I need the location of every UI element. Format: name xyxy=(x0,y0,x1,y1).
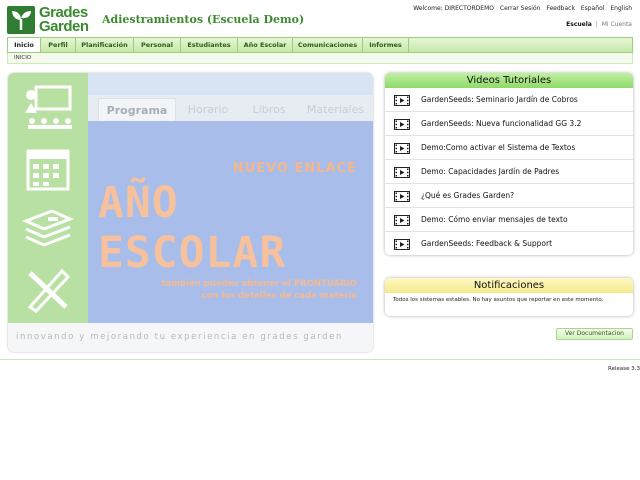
banner-subtext-line2: con los detalles de cada materia xyxy=(201,291,357,301)
film-play-icon xyxy=(394,95,410,106)
promo-banner[interactable]: Programa Horario Libros Materiales NUEVO… xyxy=(8,73,373,352)
top-links: Welcome: DIRECTORDEMO Cerrar Sesión Feed… xyxy=(409,5,632,12)
video-item[interactable]: Demo: Cómo enviar mensajes de texto xyxy=(385,208,633,232)
video-link[interactable]: GardenSeeds: Seminario Jardín de Cobros xyxy=(421,88,578,112)
teacher-board-icon xyxy=(25,85,72,129)
nav-item-estudiantes[interactable]: Estudiantes xyxy=(181,38,238,52)
lang-en-link[interactable]: English xyxy=(610,5,632,12)
feedback-link[interactable]: Feedback xyxy=(546,5,575,12)
video-item[interactable]: Demo: Capacidades Jardín de Padres xyxy=(385,160,633,184)
banner-tab-materiales: Materiales xyxy=(306,103,365,116)
school-title: Adiestramientos (Escuela Demo) xyxy=(102,13,305,26)
main-nav: Inicio Perfil Planificación Personal Est… xyxy=(7,37,633,53)
film-play-icon xyxy=(394,191,410,202)
banner-main: Programa Horario Libros Materiales NUEVO… xyxy=(88,73,373,323)
film-play-icon xyxy=(394,215,410,226)
notifications-panel: Notificaciones Todos los sistemas establ… xyxy=(385,278,633,316)
film-play-icon xyxy=(394,239,410,250)
video-link[interactable]: Demo: Capacidades Jardín de Padres xyxy=(421,160,559,184)
video-link[interactable]: Demo:Como activar el Sistema de Textos xyxy=(421,136,575,160)
welcome-text: Welcome: DIRECTORDEMO xyxy=(413,5,494,12)
release-version: Release 3.3 xyxy=(608,366,640,372)
books-stack-icon xyxy=(22,209,74,247)
nav-item-personal[interactable]: Personal xyxy=(134,38,181,52)
video-item[interactable]: GardenSeeds: Nueva funcionalidad GG 3.2 xyxy=(385,112,633,136)
notification-message: Todos los sistemas estables. No hay asun… xyxy=(393,297,604,303)
notifications-title: Notificaciones xyxy=(385,278,633,293)
footer-divider xyxy=(0,359,640,360)
video-tutorials-title: Videos Tutoriales xyxy=(385,73,633,88)
nav-item-planificacion[interactable]: Planificación xyxy=(76,38,134,52)
banner-tab-libros: Libros xyxy=(252,103,286,116)
breadcrumb: INICIO xyxy=(7,53,633,64)
lang-es-link[interactable]: Español xyxy=(581,5,605,12)
context-separator: | xyxy=(595,21,598,28)
nav-item-comunicaciones[interactable]: Comunicaciones xyxy=(293,38,363,52)
banner-subtext-line1: también puedes obtener el PRONTUARIO xyxy=(161,279,357,289)
grades-garden-logo[interactable]: Grades Garden xyxy=(7,4,95,36)
film-play-icon xyxy=(394,143,410,154)
calendar-icon xyxy=(26,149,70,191)
video-tutorials-panel: Videos Tutoriales GardenSeeds: Seminario… xyxy=(385,73,633,255)
video-item[interactable]: GardenSeeds: Feedback & Support xyxy=(385,232,633,255)
film-play-icon xyxy=(394,119,410,130)
logo-wordmark: Grades Garden xyxy=(39,4,89,35)
context-account-link[interactable]: Mi Cuenta xyxy=(602,21,632,28)
seedling-icon xyxy=(7,6,35,34)
pencil-ruler-icon xyxy=(27,268,71,313)
video-link[interactable]: Demo: Cómo enviar mensajes de texto xyxy=(421,208,568,232)
banner-tab-horario: Horario xyxy=(187,103,229,116)
video-item[interactable]: ¿Qué es Grades Garden? xyxy=(385,184,633,208)
context-school-link[interactable]: Escuela xyxy=(566,21,592,28)
banner-new-link-text: NUEVO ENLACE xyxy=(232,161,357,176)
video-link[interactable]: GardenSeeds: Nueva funcionalidad GG 3.2 xyxy=(421,112,581,136)
view-documentation-button[interactable]: Ver Documentacion xyxy=(556,328,633,340)
film-play-icon xyxy=(394,167,410,178)
banner-tabs: Programa Horario Libros Materiales xyxy=(88,95,373,121)
banner-footer-tagline: innovando y mejorando tu experiencia en … xyxy=(8,323,373,352)
banner-headline: AÑO ESCOLAR xyxy=(98,178,287,278)
video-item[interactable]: Demo:Como activar el Sistema de Textos xyxy=(385,136,633,160)
video-item[interactable]: GardenSeeds: Seminario Jardín de Cobros xyxy=(385,88,633,112)
logout-link[interactable]: Cerrar Sesión xyxy=(500,5,541,12)
context-switcher: Escuela | Mi Cuenta xyxy=(566,21,632,28)
video-link[interactable]: ¿Qué es Grades Garden? xyxy=(421,184,514,208)
banner-icon-strip xyxy=(8,73,88,323)
nav-item-inicio[interactable]: Inicio xyxy=(8,38,41,52)
video-link[interactable]: GardenSeeds: Feedback & Support xyxy=(421,232,552,255)
banner-tab-programa: Programa xyxy=(98,98,176,121)
nav-item-ano-escolar[interactable]: Año Escolar xyxy=(238,38,293,52)
nav-item-informes[interactable]: Informes xyxy=(363,38,409,52)
nav-item-perfil[interactable]: Perfil xyxy=(41,38,76,52)
banner-content: NUEVO ENLACE AÑO ESCOLAR también puedes … xyxy=(88,121,373,323)
